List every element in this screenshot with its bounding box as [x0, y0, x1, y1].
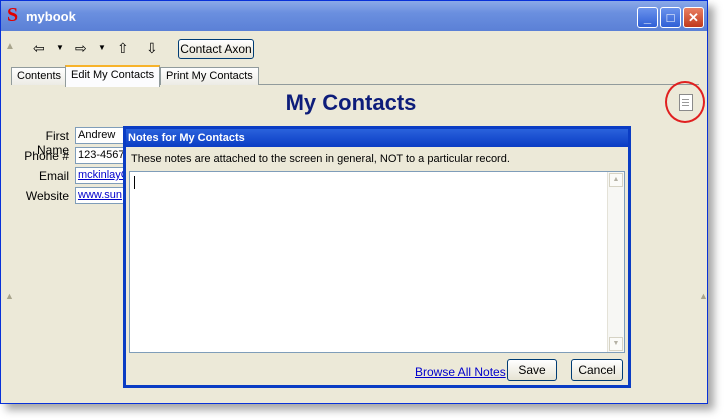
up-arrow-icon[interactable]: ⇧: [117, 39, 129, 57]
title-bar[interactable]: S mybook _ □ ✕: [1, 1, 707, 31]
phone-field[interactable]: 123-4567: [75, 147, 127, 164]
phone-label: Phone #: [24, 149, 69, 163]
forward-arrow-icon[interactable]: ⇨: [75, 39, 87, 57]
right-panel-expand-icon[interactable]: ▲: [699, 291, 708, 301]
cancel-button[interactable]: Cancel: [571, 359, 623, 381]
toolbar-scroll-up-icon[interactable]: ▲: [5, 41, 15, 52]
back-history-dropdown-icon[interactable]: ▼: [56, 43, 64, 52]
tab-edit-my-contacts[interactable]: Edit My Contacts: [65, 65, 161, 87]
left-panel-expand-icon[interactable]: ▲: [5, 291, 14, 301]
notes-dialog: Notes for My Contacts These notes are at…: [123, 126, 631, 388]
notes-dialog-description: These notes are attached to the screen i…: [131, 153, 510, 165]
scroll-down-icon[interactable]: ▼: [609, 337, 623, 351]
scroll-up-icon[interactable]: ▲: [609, 173, 623, 187]
close-button[interactable]: ✕: [683, 7, 704, 28]
window-title: mybook: [26, 9, 76, 24]
website-field[interactable]: www.sun: [75, 187, 127, 204]
browse-all-notes-link[interactable]: Browse All Notes: [415, 365, 506, 379]
highlight-ring: [665, 81, 705, 123]
app-window: S mybook _ □ ✕ ▲ ⇦ ▼ ⇨ ▼ ⇧ ⇩ Contact Axo…: [0, 0, 708, 404]
tab-print-my-contacts[interactable]: Print My Contacts: [160, 67, 259, 85]
notes-dialog-title[interactable]: Notes for My Contacts: [126, 129, 628, 147]
text-cursor: [134, 176, 135, 189]
save-button[interactable]: Save: [507, 359, 557, 381]
first-name-field[interactable]: Andrew: [75, 127, 127, 144]
down-arrow-icon[interactable]: ⇩: [146, 39, 158, 57]
notes-textarea[interactable]: ▲ ▼: [129, 171, 625, 353]
website-label: Website: [25, 189, 69, 203]
maximize-button[interactable]: □: [660, 7, 681, 28]
forward-history-dropdown-icon[interactable]: ▼: [98, 43, 106, 52]
contact-axon-button[interactable]: Contact Axon: [178, 39, 254, 59]
notes-scrollbar[interactable]: ▲ ▼: [607, 172, 624, 352]
page-title: My Contacts: [285, 90, 417, 115]
minimize-button[interactable]: _: [637, 7, 658, 28]
email-field[interactable]: mckinlayC: [75, 167, 127, 184]
tab-contents[interactable]: Contents: [11, 67, 68, 85]
toolbar: ▲ ⇦ ▼ ⇨ ▼ ⇧ ⇩ Contact Axon: [1, 31, 707, 65]
back-arrow-icon[interactable]: ⇦: [33, 39, 45, 57]
email-label: Email: [38, 169, 69, 183]
app-logo-icon: S: [7, 4, 19, 26]
